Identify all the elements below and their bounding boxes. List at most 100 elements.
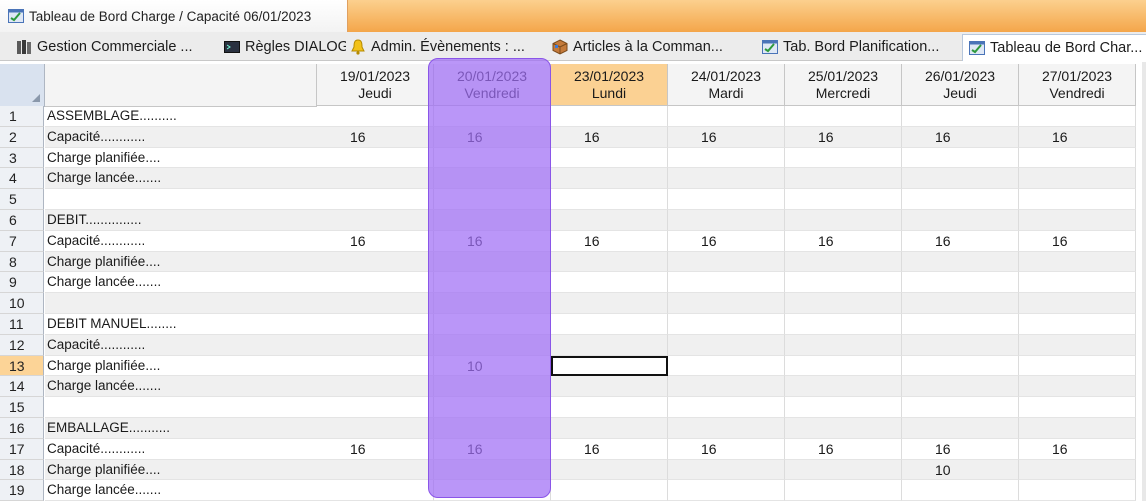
grid-cell[interactable] bbox=[902, 210, 1019, 231]
grid-cell[interactable] bbox=[1019, 210, 1136, 231]
grid-cell[interactable] bbox=[1019, 251, 1136, 273]
row-number[interactable]: 11 bbox=[0, 314, 44, 335]
grid-cell[interactable]: 10 bbox=[434, 355, 551, 377]
grid-cell[interactable] bbox=[1019, 168, 1136, 190]
grid-cell[interactable] bbox=[668, 397, 785, 418]
grid-cell[interactable] bbox=[551, 251, 668, 273]
grid-cell[interactable]: 10 bbox=[902, 459, 1019, 481]
grid-cell[interactable]: 16 bbox=[551, 438, 668, 460]
grid-cell[interactable] bbox=[902, 189, 1019, 210]
grid-cell[interactable] bbox=[551, 397, 668, 418]
grid-cell[interactable] bbox=[1019, 189, 1136, 210]
grid-cell[interactable] bbox=[1019, 293, 1136, 314]
row-number[interactable]: 13 bbox=[0, 355, 44, 377]
grid-cell[interactable]: 16 bbox=[434, 438, 551, 460]
grid-cell[interactable] bbox=[434, 459, 551, 481]
row-number[interactable]: 16 bbox=[0, 418, 44, 439]
grid-cell[interactable] bbox=[902, 480, 1019, 501]
grid-cell[interactable] bbox=[317, 189, 434, 210]
grid-cell[interactable] bbox=[434, 147, 551, 169]
tab-6[interactable]: Tableau de Bord Char... bbox=[962, 34, 1146, 61]
grid-cell[interactable] bbox=[434, 189, 551, 210]
grid-cell[interactable] bbox=[317, 397, 434, 418]
grid-cell[interactable]: 16 bbox=[668, 230, 785, 252]
grid-cell[interactable] bbox=[668, 189, 785, 210]
grid-cell[interactable] bbox=[785, 251, 902, 273]
grid-cell[interactable] bbox=[317, 293, 434, 314]
grid-cell[interactable] bbox=[902, 314, 1019, 335]
day-column-header[interactable]: 24/01/2023 Mardi bbox=[668, 64, 785, 106]
grid-cell[interactable]: 16 bbox=[902, 230, 1019, 252]
row-number[interactable]: 14 bbox=[0, 376, 44, 398]
grid-cell[interactable] bbox=[551, 272, 668, 294]
grid-cell[interactable] bbox=[551, 189, 668, 210]
grid-cell[interactable] bbox=[668, 334, 785, 356]
grid-cell[interactable] bbox=[551, 480, 668, 501]
grid-cell[interactable] bbox=[668, 293, 785, 314]
tab-2[interactable]: Règles DIALOG bbox=[218, 35, 346, 59]
grid-cell[interactable] bbox=[668, 272, 785, 294]
grid-cell[interactable] bbox=[668, 210, 785, 231]
grid-cell[interactable] bbox=[1019, 459, 1136, 481]
grid-cell[interactable]: 16 bbox=[434, 126, 551, 148]
grid-cell[interactable] bbox=[1019, 355, 1136, 377]
grid-cell[interactable] bbox=[785, 168, 902, 190]
grid-cell[interactable] bbox=[785, 418, 902, 439]
grid-cell[interactable] bbox=[902, 272, 1019, 294]
grid-cell[interactable] bbox=[434, 376, 551, 398]
grid-cell[interactable] bbox=[785, 376, 902, 398]
row-number[interactable]: 7 bbox=[0, 230, 44, 252]
grid-cell[interactable] bbox=[434, 272, 551, 294]
grid-cell[interactable] bbox=[434, 314, 551, 335]
day-column-header[interactable]: 26/01/2023 Jeudi bbox=[902, 64, 1019, 106]
grid-cell[interactable] bbox=[668, 376, 785, 398]
grid-cell[interactable] bbox=[317, 210, 434, 231]
row-number[interactable]: 3 bbox=[0, 147, 44, 169]
grid-cell[interactable] bbox=[668, 106, 785, 127]
grid-cell[interactable] bbox=[317, 334, 434, 356]
row-number[interactable]: 15 bbox=[0, 397, 44, 418]
grid-cell[interactable] bbox=[785, 189, 902, 210]
grid-cell[interactable] bbox=[1019, 480, 1136, 501]
tab-4[interactable]: Articles à la Comman... bbox=[546, 35, 742, 59]
grid-cell[interactable] bbox=[902, 397, 1019, 418]
row-number[interactable]: 4 bbox=[0, 168, 44, 190]
grid-cell[interactable]: 16 bbox=[434, 230, 551, 252]
grid-cell[interactable] bbox=[551, 418, 668, 439]
grid-cell[interactable] bbox=[902, 147, 1019, 169]
select-all-corner[interactable] bbox=[0, 64, 45, 107]
day-column-header[interactable]: 25/01/2023 Mercredi bbox=[785, 64, 902, 106]
grid-cell[interactable] bbox=[668, 147, 785, 169]
day-column-header[interactable]: 27/01/2023 Vendredi bbox=[1019, 64, 1136, 106]
grid-cell[interactable] bbox=[902, 334, 1019, 356]
grid-cell[interactable]: 16 bbox=[668, 438, 785, 460]
grid-cell[interactable] bbox=[668, 251, 785, 273]
grid-cell[interactable]: 16 bbox=[785, 438, 902, 460]
grid-cell[interactable]: 16 bbox=[785, 230, 902, 252]
grid-cell[interactable] bbox=[317, 272, 434, 294]
grid-cell[interactable] bbox=[551, 293, 668, 314]
row-number[interactable]: 2 bbox=[0, 126, 44, 148]
grid-cell[interactable] bbox=[317, 355, 434, 377]
grid-cell[interactable] bbox=[551, 314, 668, 335]
grid-cell[interactable] bbox=[434, 106, 551, 127]
grid-cell[interactable] bbox=[902, 355, 1019, 377]
row-number[interactable]: 18 bbox=[0, 459, 44, 481]
grid-cell[interactable] bbox=[551, 168, 668, 190]
grid-cell[interactable] bbox=[1019, 418, 1136, 439]
grid-cell[interactable] bbox=[434, 397, 551, 418]
day-column-header[interactable]: 19/01/2023 Jeudi bbox=[317, 64, 434, 106]
grid-cell[interactable]: 16 bbox=[317, 230, 434, 252]
grid-cell[interactable]: 16 bbox=[317, 126, 434, 148]
row-number[interactable]: 19 bbox=[0, 480, 44, 501]
grid-cell[interactable] bbox=[785, 272, 902, 294]
grid-cell[interactable]: 16 bbox=[668, 126, 785, 148]
grid-cell[interactable] bbox=[785, 355, 902, 377]
grid-cell[interactable] bbox=[668, 314, 785, 335]
day-column-header[interactable]: 20/01/2023 Vendredi bbox=[434, 64, 551, 106]
grid-cell[interactable] bbox=[434, 168, 551, 190]
grid-cell[interactable]: 16 bbox=[1019, 126, 1136, 148]
grid-cell[interactable] bbox=[1019, 272, 1136, 294]
grid-cell[interactable]: 16 bbox=[551, 230, 668, 252]
grid-cell[interactable]: 16 bbox=[785, 126, 902, 148]
